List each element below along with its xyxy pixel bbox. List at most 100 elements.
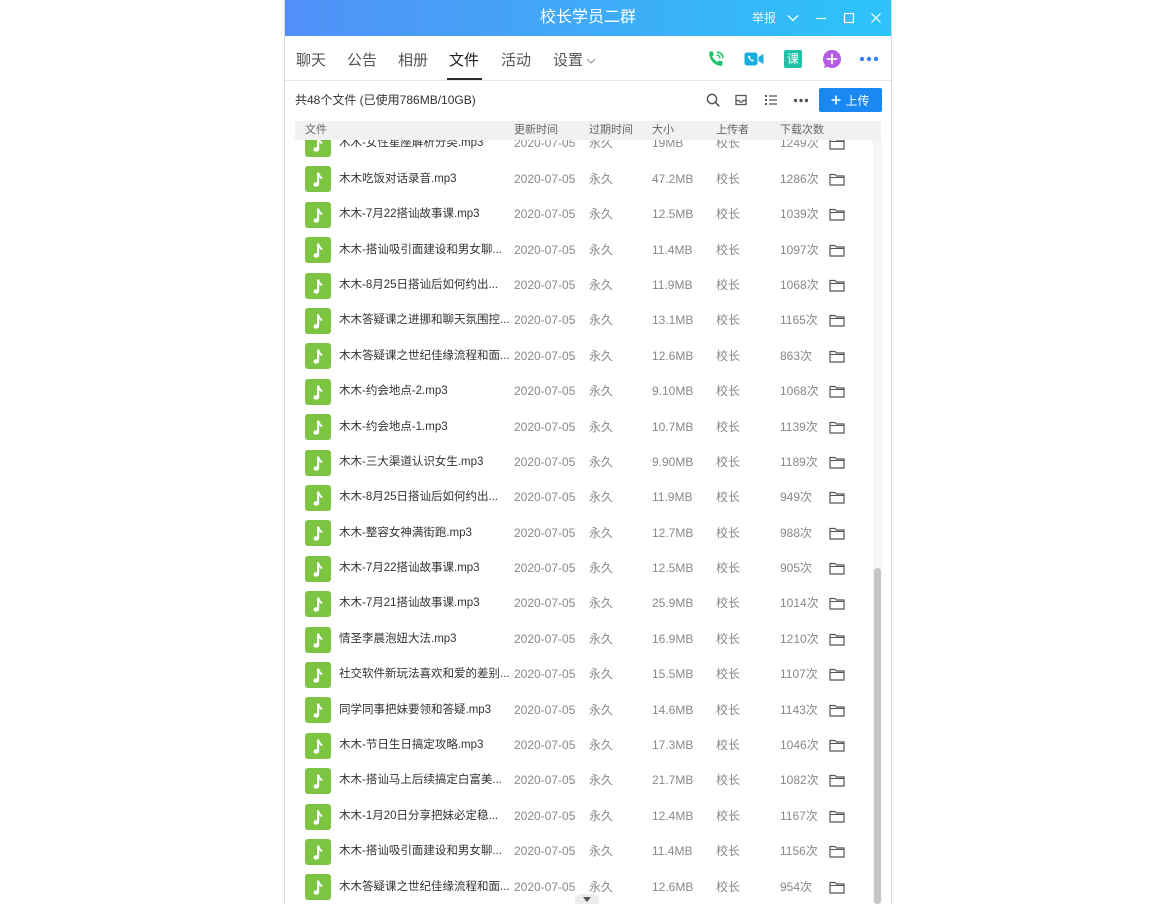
minimize-icon[interactable]	[815, 12, 827, 24]
file-download-count: 905次	[780, 561, 813, 576]
file-row[interactable]: 情圣李晨泡妞大法.mp3 2020-07-05 永久 16.9MB 校长 121…	[285, 622, 873, 657]
file-row[interactable]: 木木-三大渠道认识女生.mp3 2020-07-05 永久 9.90MB 校长 …	[285, 445, 873, 480]
tab-announcement[interactable]: 公告	[347, 50, 377, 72]
file-download-count: 1167次	[780, 808, 818, 823]
file-name: 木木-7月21搭讪故事课.mp3	[339, 597, 480, 610]
settings-chevron-down-icon[interactable]	[586, 58, 596, 64]
file-row[interactable]: 木木-约会地点-1.mp3 2020-07-05 永久 10.7MB 校长 11…	[285, 410, 873, 445]
file-size: 12.5MB	[652, 561, 694, 576]
column-header-size[interactable]: 大小	[652, 121, 674, 140]
file-row[interactable]: 木木-8月25日搭讪后如何约出... 2020-07-05 永久 11.9MB …	[285, 480, 873, 515]
music-file-icon	[305, 140, 331, 158]
file-uploader: 校长	[716, 313, 741, 328]
folder-icon[interactable]	[829, 774, 845, 788]
folder-icon[interactable]	[829, 704, 845, 717]
file-row[interactable]: 木木-搭讪吸引面建设和男女聊... 2020-07-05 永久 11.4MB 校…	[285, 233, 873, 268]
list-view-icon[interactable]	[764, 93, 778, 107]
music-file-icon	[305, 485, 331, 511]
file-download-count: 1082次	[780, 773, 819, 788]
tab-album[interactable]: 相册	[398, 50, 428, 72]
file-download-count: 1249次	[780, 140, 819, 151]
column-header-name[interactable]: 文件	[305, 121, 327, 140]
file-row[interactable]: 木木-7月22搭讪故事课.mp3 2020-07-05 永久 12.5MB 校长…	[285, 551, 873, 586]
folder-icon[interactable]	[829, 244, 845, 257]
file-expiry: 永久	[589, 140, 614, 151]
folder-icon[interactable]	[829, 456, 845, 469]
tab-chat[interactable]: 聊天	[296, 50, 326, 72]
tab-activity[interactable]: 活动	[501, 50, 531, 72]
file-row[interactable]: 木木-整容女神满街跑.mp3 2020-07-05 永久 12.7MB 校长 9…	[285, 516, 873, 551]
column-header-downloads[interactable]: 下载次数	[780, 121, 824, 140]
file-download-count: 954次	[780, 879, 813, 894]
tab-settings[interactable]: 设置	[553, 50, 583, 72]
file-row[interactable]: 木木-节日生日搞定攻略.mp3 2020-07-05 永久 17.3MB 校长 …	[285, 728, 873, 763]
file-row[interactable]: 同学同事把妹要领和答疑.mp3 2020-07-05 永久 14.6MB 校长 …	[285, 693, 873, 728]
folder-icon[interactable]	[829, 279, 845, 292]
folder-icon[interactable]	[829, 350, 845, 363]
file-download-count: 1014次	[780, 596, 819, 611]
file-row[interactable]: 木木-搭讪吸引面建设和男女聊... 2020-07-05 永久 11.4MB 校…	[285, 834, 873, 869]
scrollbar-thumb[interactable]	[874, 568, 881, 904]
close-icon[interactable]	[870, 12, 882, 24]
file-size: 19MB	[652, 140, 684, 151]
folder-icon[interactable]	[829, 421, 845, 434]
search-icon[interactable]	[706, 93, 720, 107]
file-expiry: 永久	[589, 277, 614, 292]
scroll-down-icon[interactable]	[575, 894, 599, 904]
folder-icon[interactable]	[829, 668, 845, 681]
column-header-uploader[interactable]: 上传者	[716, 121, 749, 140]
maximize-icon[interactable]	[843, 12, 855, 24]
folder-icon[interactable]	[829, 140, 845, 151]
folder-icon[interactable]	[829, 314, 845, 327]
file-row[interactable]: 木木答疑课之进挪和聊天氛围控... 2020-07-05 永久 13.1MB 校…	[285, 303, 873, 338]
chevron-down-icon[interactable]	[787, 14, 799, 22]
upload-label[interactable]: 上传	[845, 92, 869, 109]
folder-icon[interactable]	[829, 633, 845, 646]
scrollbar-track[interactable]	[873, 140, 882, 904]
file-row[interactable]: 木木吃饭对话录音.mp3 2020-07-05 永久 47.2MB 校长 128…	[285, 162, 873, 197]
file-row[interactable]: 木木答疑课之世纪佳缘流程和面... 2020-07-05 永久 12.6MB 校…	[285, 339, 873, 374]
plus-icon[interactable]	[831, 95, 841, 105]
file-row[interactable]: 木木-8月25日搭讪后如何约出... 2020-07-05 永久 11.9MB …	[285, 268, 873, 303]
more-icon[interactable]	[859, 56, 879, 62]
file-row[interactable]: 木木-7月21搭讪故事课.mp3 2020-07-05 永久 25.9MB 校长…	[285, 586, 873, 621]
add-app-icon[interactable]	[822, 49, 842, 69]
file-uploader: 校长	[716, 702, 741, 717]
file-download-count: 1097次	[780, 242, 819, 257]
file-row[interactable]: 社交软件新玩法喜欢和爱的差别... 2020-07-05 永久 15.5MB 校…	[285, 657, 873, 692]
tab-files[interactable]: 文件	[446, 50, 483, 80]
folder-icon[interactable]	[829, 173, 845, 186]
folder-icon[interactable]	[829, 597, 845, 611]
folder-icon[interactable]	[829, 562, 845, 575]
file-updated-time: 2020-07-05	[514, 596, 576, 611]
folder-icon[interactable]	[829, 527, 845, 540]
file-download-count: 1107次	[780, 667, 818, 682]
file-size: 12.4MB	[652, 808, 694, 823]
folder-icon[interactable]	[829, 810, 845, 823]
file-expiry: 永久	[589, 808, 614, 823]
more-icon[interactable]	[793, 98, 809, 103]
file-row[interactable]: 木木-7月22搭讪故事课.mp3 2020-07-05 永久 12.5MB 校长…	[285, 197, 873, 232]
file-updated-time: 2020-07-05	[514, 808, 576, 823]
folder-icon[interactable]	[829, 739, 845, 752]
folder-icon[interactable]	[829, 208, 845, 221]
report-link[interactable]: 举报	[752, 0, 776, 36]
file-list: 木木-女性星座解析分类.mp3 2020-07-05 永久 19MB 校长 12…	[285, 140, 873, 904]
file-row[interactable]: 木木-女性星座解析分类.mp3 2020-07-05 永久 19MB 校长 12…	[285, 140, 873, 162]
column-header-updated[interactable]: 更新时间	[514, 121, 558, 140]
phone-call-icon[interactable]	[706, 49, 726, 69]
video-call-icon[interactable]	[743, 49, 765, 69]
inbox-icon[interactable]	[734, 93, 748, 107]
file-expiry: 永久	[589, 561, 614, 576]
upload-button[interactable]: 上传	[819, 88, 882, 112]
folder-icon[interactable]	[829, 845, 845, 858]
folder-icon[interactable]	[829, 491, 845, 504]
file-row[interactable]: 木木-约会地点-2.mp3 2020-07-05 永久 9.10MB 校长 10…	[285, 374, 873, 409]
file-row[interactable]: 木木-搭讪马上后续搞定白富美... 2020-07-05 永久 21.7MB 校…	[285, 763, 873, 798]
course-icon[interactable]: 课	[784, 50, 802, 68]
file-size: 16.9MB	[652, 631, 694, 646]
file-row[interactable]: 木木-1月20日分享把妹必定稳... 2020-07-05 永久 12.4MB …	[285, 799, 873, 834]
column-header-expiry[interactable]: 过期时间	[589, 121, 633, 140]
folder-icon[interactable]	[829, 881, 845, 894]
folder-icon[interactable]	[829, 385, 845, 398]
